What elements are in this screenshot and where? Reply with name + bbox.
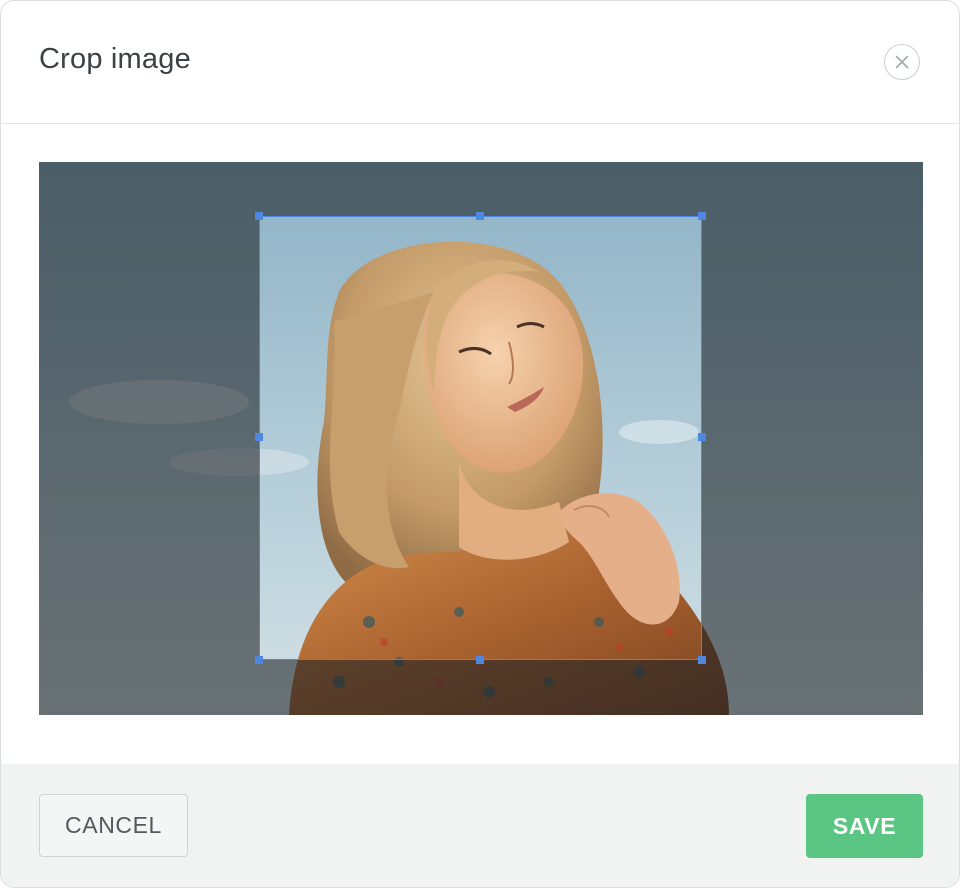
crop-handle-bottom[interactable] xyxy=(476,656,484,664)
crop-handle-left[interactable] xyxy=(255,433,263,441)
close-button[interactable] xyxy=(884,44,920,80)
dialog-footer: CANCEL SAVE xyxy=(1,764,959,887)
crop-handle-bottom-right[interactable] xyxy=(698,656,706,664)
dialog-title: Crop image xyxy=(39,43,191,75)
crop-handle-top-right[interactable] xyxy=(698,212,706,220)
crop-selection[interactable] xyxy=(255,212,706,664)
save-button[interactable]: SAVE xyxy=(806,794,923,858)
crop-stage[interactable] xyxy=(39,162,923,715)
crop-handle-top[interactable] xyxy=(476,212,484,220)
crop-image-dialog: Crop image CANCEL SAVE xyxy=(0,0,960,888)
crop-handle-bottom-left[interactable] xyxy=(255,656,263,664)
dialog-header: Crop image xyxy=(1,1,959,124)
cancel-button[interactable]: CANCEL xyxy=(39,794,188,857)
crop-handle-right[interactable] xyxy=(698,433,706,441)
crop-handle-top-left[interactable] xyxy=(255,212,263,220)
close-icon xyxy=(895,55,909,69)
